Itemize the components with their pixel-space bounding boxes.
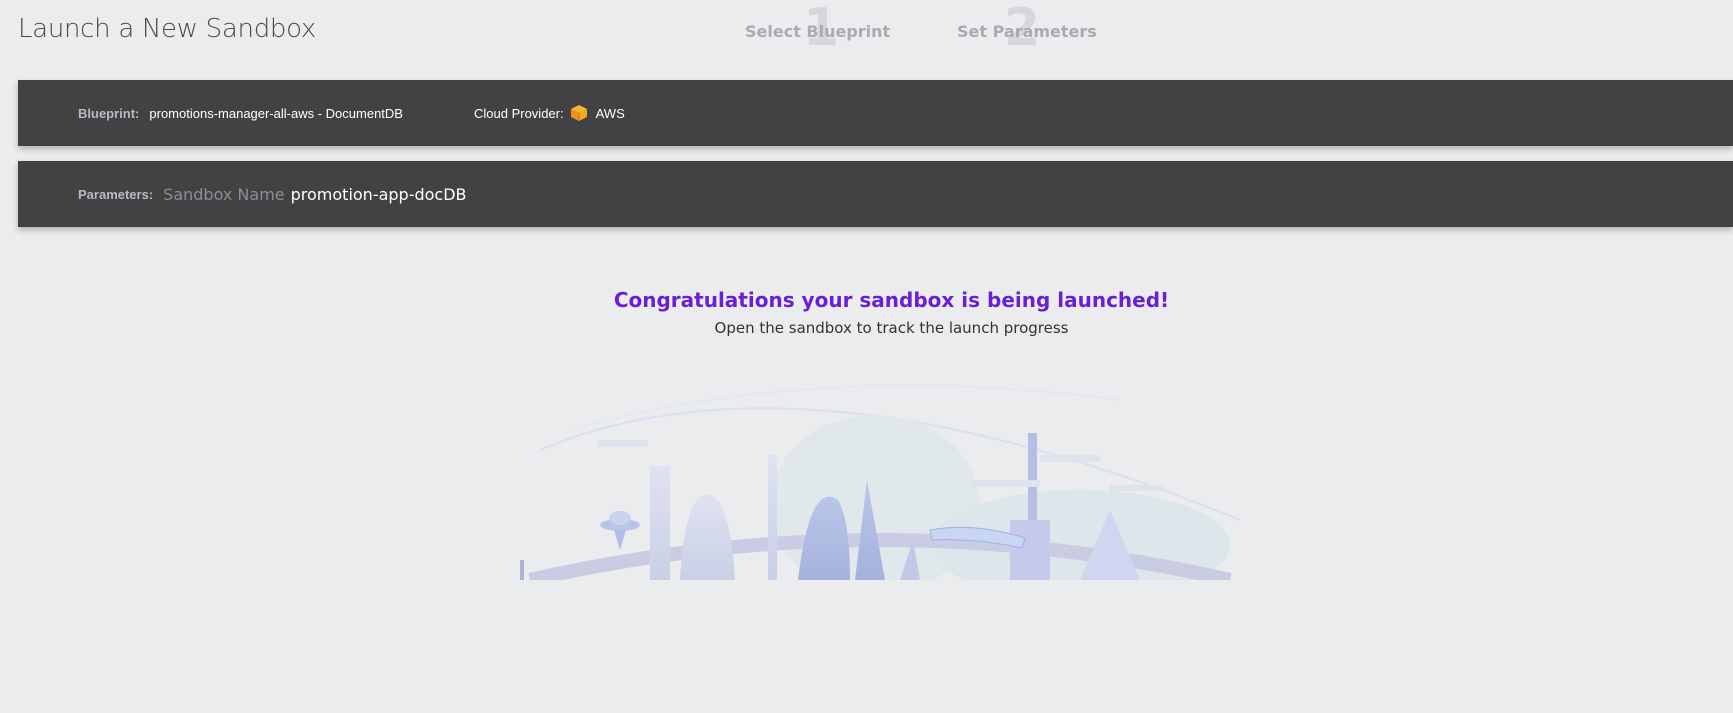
page-title: Launch a New Sandbox: [18, 14, 317, 44]
blueprint-summary-bar: Blueprint: promotions-manager-all-aws - …: [18, 80, 1733, 146]
launch-success-subtitle: Open the sandbox to track the launch pro…: [714, 319, 1069, 337]
cloud-provider-value: AWS: [595, 105, 625, 121]
cloud-provider-field: Cloud Provider: AWS: [474, 80, 625, 146]
sandbox-city-illustration: [520, 384, 1241, 580]
blueprint-field: Blueprint: promotions-manager-all-aws - …: [78, 80, 403, 146]
aws-cube-icon: [570, 104, 588, 122]
parameters-summary-bar: Parameters: Sandbox Name promotion-app-d…: [18, 161, 1733, 227]
launch-success-title: Congratulations your sandbox is being la…: [613, 288, 1170, 312]
step-label: Select Blueprint: [745, 22, 891, 41]
sandbox-name-value: promotion-app-docDB: [290, 184, 467, 204]
blueprint-label: Blueprint:: [78, 105, 140, 121]
parameters-field: Parameters: Sandbox Name promotion-app-d…: [78, 161, 467, 227]
sandbox-name-key: Sandbox Name: [163, 184, 285, 204]
cloud-provider-label: Cloud Provider:: [474, 105, 564, 121]
parameters-label: Parameters:: [78, 186, 154, 202]
step-label: Set Parameters: [957, 22, 1097, 41]
blueprint-value: promotions-manager-all-aws - DocumentDB: [149, 105, 403, 121]
